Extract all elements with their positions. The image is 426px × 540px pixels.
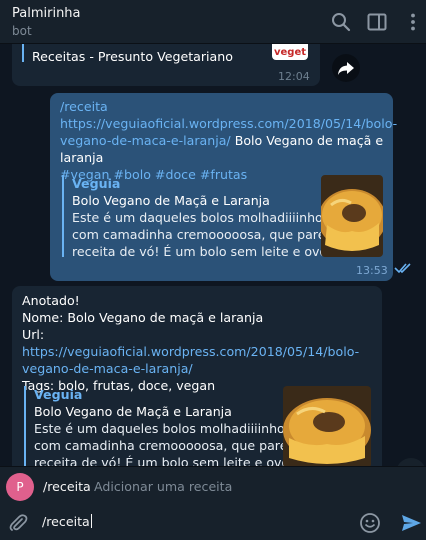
- outgoing-message[interactable]: /receita https://veguiaoficial.wordpress…: [50, 93, 397, 281]
- preview-thumbnail[interactable]: [321, 175, 383, 257]
- forward-button[interactable]: [332, 54, 360, 82]
- message-time: 13:53: [356, 264, 388, 277]
- sidebar-toggle-icon[interactable]: [366, 11, 388, 33]
- double-check-icon: [394, 263, 411, 274]
- avatar: P: [6, 473, 34, 501]
- message-input-value: /receita: [42, 514, 90, 529]
- message-composer: /receita: [0, 506, 426, 540]
- search-icon[interactable]: [330, 11, 352, 33]
- suggestion-command[interactable]: /receita: [43, 479, 91, 494]
- reply-link-line1[interactable]: https://veguiaoficial.wordpress.com/2018…: [22, 344, 359, 359]
- text-caret: [90, 514, 92, 528]
- scroll-down-button[interactable]: [396, 458, 426, 466]
- forward-icon: [338, 62, 354, 75]
- previous-preview-thumbnail: veget: [272, 44, 308, 60]
- incoming-message[interactable]: Anotado! Nome: Bolo Vegano de maçã e lar…: [12, 286, 382, 466]
- previous-preview-title: Receitas - Presunto Vegetariano: [32, 49, 233, 64]
- chat-header: Palmirinha bot: [0, 0, 426, 44]
- cake-image: [321, 175, 383, 257]
- recipe-link-line2[interactable]: vegano-de-maca-e-laranja/: [60, 133, 231, 148]
- reply-link-line2[interactable]: vegano-de-maca-e-laranja/: [22, 360, 374, 377]
- previous-message[interactable]: Receitas - Presunto Vegetariano veget 12…: [12, 44, 320, 86]
- message-time: 12:04: [278, 70, 310, 83]
- preview-thumbnail[interactable]: [283, 386, 371, 466]
- send-icon[interactable]: [400, 512, 422, 534]
- message-list[interactable]: Receitas - Presunto Vegetariano veget 12…: [0, 44, 426, 466]
- preview-accent-bar: [22, 44, 24, 62]
- message-input[interactable]: /receita: [42, 514, 92, 529]
- incoming-message-text: Anotado! Nome: Bolo Vegano de maçã e lar…: [22, 292, 374, 394]
- cake-image: [283, 386, 371, 466]
- reply-line-name: Nome: Bolo Vegano de maçã e laranja: [22, 310, 264, 325]
- more-vertical-icon[interactable]: [402, 11, 424, 33]
- reply-url-label: Url:: [22, 327, 45, 342]
- emoji-icon[interactable]: [359, 512, 381, 534]
- thumbnail-label: veget: [274, 47, 307, 58]
- paperclip-icon[interactable]: [8, 513, 28, 533]
- suggestion-description: Adicionar uma receita: [94, 479, 233, 494]
- recipe-link-line1[interactable]: https://veguiaoficial.wordpress.com/2018…: [60, 116, 397, 131]
- reply-line-annotated: Anotado!: [22, 293, 80, 308]
- chat-subtitle: bot: [12, 24, 32, 38]
- chat-title[interactable]: Palmirinha: [12, 6, 81, 21]
- outgoing-message-text: /receita https://veguiaoficial.wordpress…: [60, 98, 397, 183]
- command-text: /receita: [60, 99, 108, 114]
- command-suggestion[interactable]: P /receita Adicionar uma receita: [0, 466, 426, 506]
